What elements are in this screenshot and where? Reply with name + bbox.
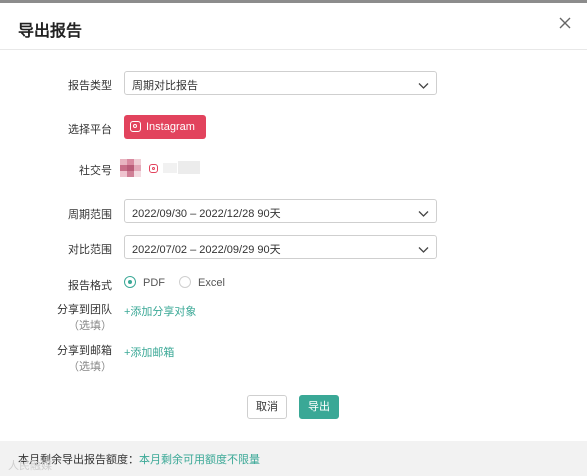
compare-range-label: 对比范围 <box>68 244 112 256</box>
excel-radio-label[interactable]: Excel <box>198 277 225 289</box>
avatar <box>120 159 142 177</box>
chevron-down-icon <box>418 206 429 224</box>
report-type-value: 周期对比报告 <box>132 80 198 92</box>
compare-range-value: 2022/07/02 – 2022/09/29 90天 <box>132 244 281 256</box>
chevron-down-icon <box>418 242 429 260</box>
account-name-blurred <box>178 161 200 174</box>
share-email-label: 分享到邮箱 （选填） <box>57 343 112 375</box>
instagram-icon <box>130 121 141 132</box>
instagram-label: Instagram <box>146 121 195 133</box>
account-name-blurred <box>163 163 177 173</box>
add-share-target-link[interactable]: +添加分享对象 <box>124 303 196 319</box>
instagram-icon <box>149 164 158 173</box>
social-account-label: 社交号 <box>79 165 112 177</box>
quota-text: 本月剩余导出报告额度：本月剩余可用额度不限量 <box>18 451 260 467</box>
instagram-button[interactable]: Instagram <box>124 115 206 139</box>
dialog-title: 导出报告 <box>18 23 83 40</box>
period-range-select[interactable]: 2022/09/30 – 2022/12/28 90天 <box>124 199 437 223</box>
quota-footer: 本月剩余导出报告额度：本月剩余可用额度不限量 <box>0 441 587 476</box>
excel-radio[interactable] <box>179 276 191 288</box>
chevron-down-icon <box>418 78 429 96</box>
share-team-label: 分享到团队 （选填） <box>57 302 112 334</box>
add-email-link[interactable]: +添加邮箱 <box>124 344 174 360</box>
period-range-value: 2022/09/30 – 2022/12/28 90天 <box>132 208 281 220</box>
share-email-label-text: 分享到邮箱 <box>57 345 112 357</box>
share-team-label-text: 分享到团队 <box>57 304 112 316</box>
close-icon[interactable] <box>557 15 573 31</box>
quota-value: 本月剩余可用额度不限量 <box>139 454 260 466</box>
compare-range-select[interactable]: 2022/07/02 – 2022/09/29 90天 <box>124 235 437 259</box>
cancel-button[interactable]: 取消 <box>247 395 287 419</box>
pdf-radio-label[interactable]: PDF <box>143 277 165 289</box>
report-type-select[interactable]: 周期对比报告 <box>124 71 437 95</box>
export-button[interactable]: 导出 <box>299 395 339 419</box>
pdf-radio[interactable] <box>124 276 136 288</box>
share-team-optional: （选填） <box>68 320 112 332</box>
platform-label: 选择平台 <box>68 124 112 136</box>
report-type-label: 报告类型 <box>68 80 112 92</box>
watermark: 人民融媒 <box>8 460 52 472</box>
period-range-label: 周期范围 <box>68 209 112 221</box>
report-format-label: 报告格式 <box>68 280 112 292</box>
share-email-optional: （选填） <box>68 361 112 373</box>
dialog-header: 导出报告 <box>0 3 587 50</box>
